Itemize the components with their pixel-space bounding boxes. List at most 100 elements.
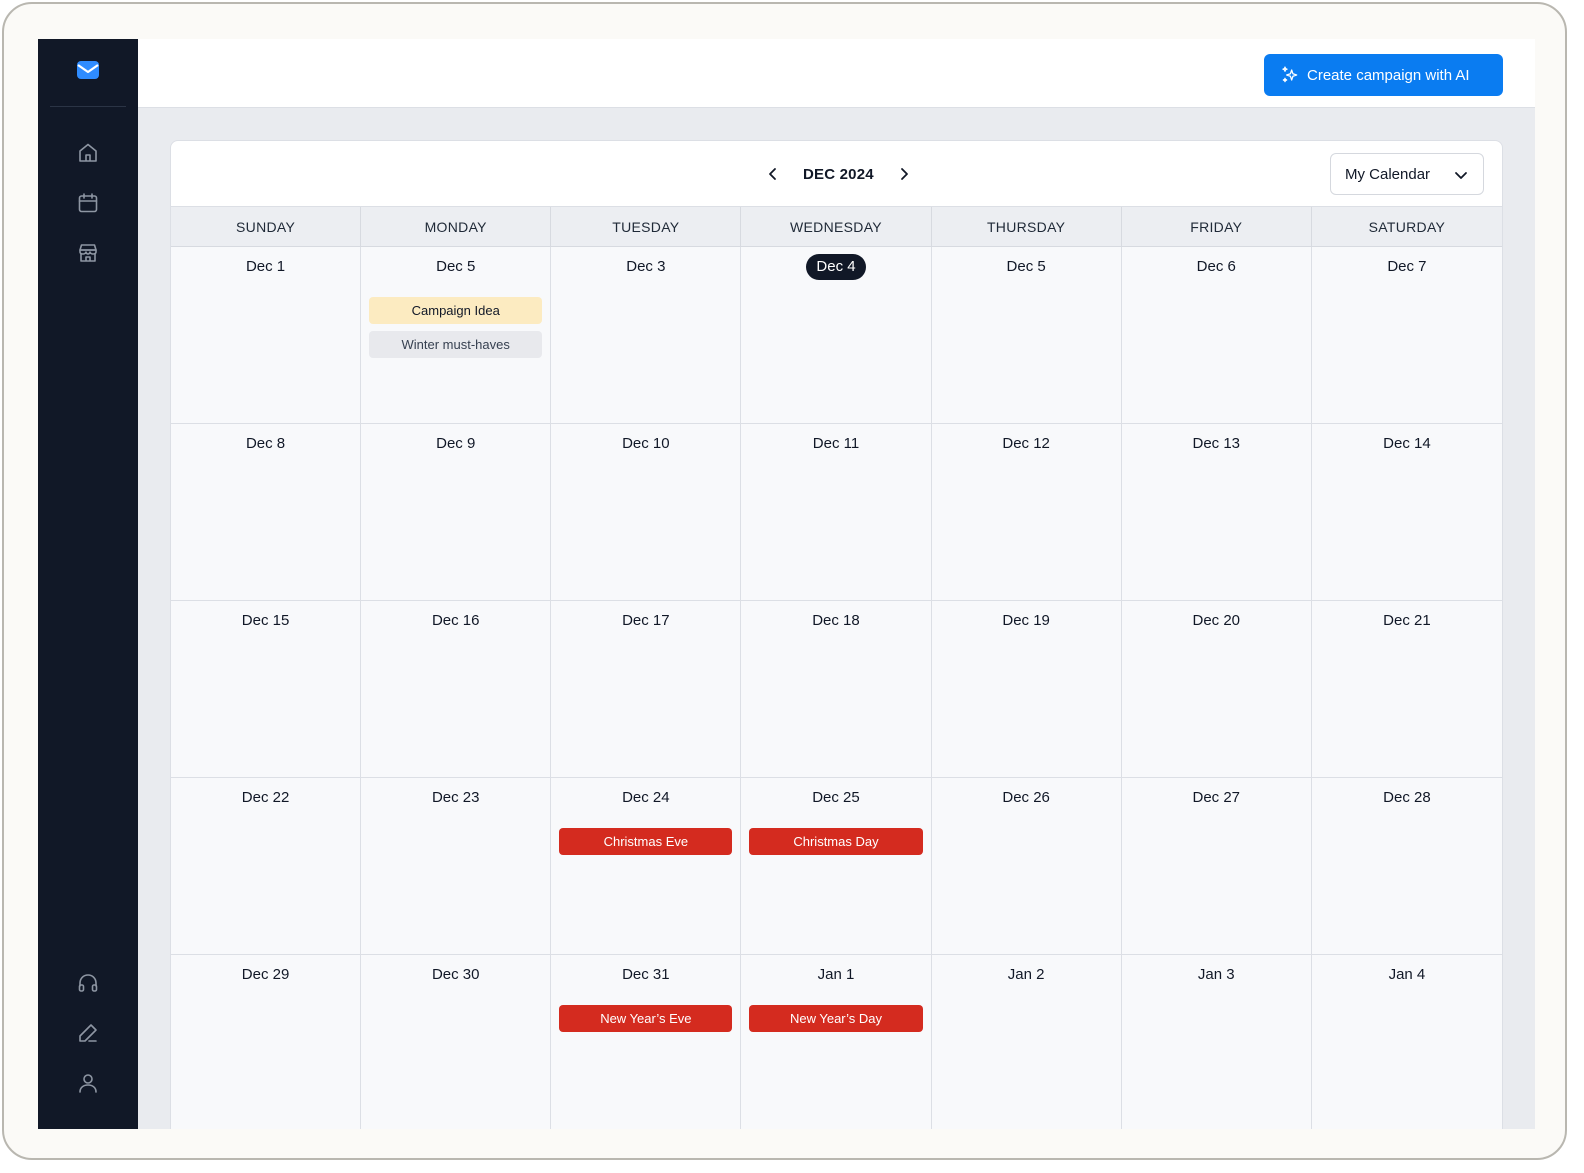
day-label: Jan 1 (817, 966, 855, 983)
calendar-selector[interactable]: My Calendar (1330, 153, 1484, 195)
calendar-grid: Dec 1 Dec 5 Campaign Idea Winter must-haves… (171, 247, 1502, 1129)
day-label: Dec 26 (1002, 789, 1050, 806)
day-cell[interactable]: Jan 2 (932, 955, 1122, 1129)
day-cell[interactable]: Dec 16 (361, 601, 552, 778)
day-cell[interactable]: Dec 11 (741, 424, 932, 601)
day-label: Dec 21 (1383, 612, 1431, 629)
event-chip[interactable]: Winter must-haves (369, 331, 543, 358)
day-label: Dec 17 (622, 612, 670, 629)
day-cell[interactable]: Dec 20 (1121, 601, 1312, 778)
day-cell[interactable]: Dec 6 (1121, 247, 1312, 424)
day-events: New Year’s Eve (551, 1005, 740, 1039)
day-label: Dec 5 (436, 258, 476, 275)
day-cell[interactable]: Dec 25 Christmas Day (741, 778, 932, 955)
app-screen: Create campaign with AI DEC 2024 My Cale… (38, 39, 1535, 1129)
sidebar-divider (50, 106, 126, 107)
weekday-header-thursday: THURSDAY (932, 207, 1122, 246)
event-chip[interactable]: Campaign Idea (369, 297, 543, 324)
day-cell[interactable]: Dec 4 (741, 247, 932, 424)
day-cell[interactable]: Dec 31 New Year’s Eve (551, 955, 742, 1129)
headset-icon[interactable] (76, 971, 100, 995)
chevron-right-icon (900, 168, 908, 180)
day-cell[interactable]: Dec 21 (1311, 601, 1502, 778)
day-cell[interactable]: Dec 13 (1121, 424, 1312, 601)
event-chip[interactable]: New Year’s Eve (559, 1005, 733, 1032)
day-cell[interactable]: Dec 3 (551, 247, 742, 424)
day-label: Dec 18 (812, 612, 860, 629)
day-cell[interactable]: Dec 7 (1311, 247, 1502, 424)
day-label: Dec 16 (431, 612, 480, 629)
day-label: Dec 31 (622, 966, 670, 983)
day-cell[interactable]: Dec 30 (361, 955, 552, 1129)
day-label: Dec 29 (241, 966, 290, 983)
calendar-selector-value: My Calendar (1345, 165, 1431, 183)
chevron-left-icon (769, 168, 776, 180)
day-label: Dec 30 (431, 966, 480, 983)
day-cell[interactable]: Dec 29 (171, 955, 362, 1129)
day-label: Dec 15 (241, 612, 290, 629)
event-chip[interactable]: Christmas Day (749, 828, 923, 855)
day-label: Dec 14 (1383, 435, 1431, 452)
day-label: Jan 4 (1388, 966, 1426, 983)
day-label: Dec 6 (1196, 258, 1236, 275)
day-cell[interactable]: Dec 24 Christmas Eve (551, 778, 742, 955)
calendar-header: DEC 2024 My Calendar (171, 141, 1502, 207)
day-cell[interactable]: Dec 23 (361, 778, 552, 955)
event-chip[interactable]: Christmas Eve (559, 828, 733, 855)
day-cell[interactable]: Dec 10 (551, 424, 742, 601)
weekday-header-friday: FRIDAY (1122, 207, 1312, 246)
day-cell[interactable]: Dec 14 (1311, 424, 1502, 601)
day-cell[interactable]: Dec 28 (1311, 778, 1502, 955)
day-label: Dec 9 (436, 435, 476, 452)
create-campaign-ai-label: Create campaign with AI (1307, 66, 1470, 84)
sparkles-icon (1282, 66, 1298, 83)
day-cell[interactable]: Dec 17 (551, 601, 742, 778)
weekday-header-wednesday: WEDNESDAY (741, 207, 932, 246)
day-label: Dec 19 (1002, 612, 1050, 629)
pen-icon[interactable] (76, 1021, 100, 1045)
day-cell[interactable]: Dec 8 (171, 424, 362, 601)
day-label: Dec 3 (626, 258, 666, 275)
create-campaign-ai-button[interactable]: Create campaign with AI (1264, 54, 1503, 96)
day-events: Christmas Eve (551, 828, 740, 862)
day-cell[interactable]: Jan 3 (1122, 955, 1312, 1129)
calendar-icon[interactable] (76, 191, 100, 215)
event-chip[interactable]: New Year’s Day (749, 1005, 923, 1032)
day-cell[interactable]: Dec 5 (931, 247, 1122, 424)
day-cell[interactable]: Dec 15 (171, 601, 362, 778)
day-label: Dec 28 (1383, 789, 1431, 806)
device-frame: Create campaign with AI DEC 2024 My Cale… (2, 2, 1567, 1160)
day-cell[interactable]: Dec 5 Campaign Idea Winter must-haves (361, 247, 552, 424)
home-icon[interactable] (76, 141, 100, 165)
month-navigation: DEC 2024 (761, 161, 916, 187)
day-cell[interactable]: Jan 1 New Year’s Day (741, 955, 932, 1129)
day-label: Dec 5 (1006, 258, 1046, 275)
day-label: Dec 7 (1387, 258, 1427, 275)
user-icon[interactable] (76, 1071, 100, 1095)
day-cell[interactable]: Dec 9 (361, 424, 552, 601)
day-cell[interactable]: Dec 22 (171, 778, 362, 955)
weekday-header-monday: MONDAY (361, 207, 552, 246)
day-cell[interactable]: Jan 4 (1312, 955, 1502, 1129)
day-cell[interactable]: Dec 27 (1121, 778, 1312, 955)
day-cell[interactable]: Dec 19 (931, 601, 1122, 778)
day-label: Dec 23 (431, 789, 480, 806)
top-bar: Create campaign with AI (138, 39, 1535, 108)
day-label: Jan 3 (1197, 966, 1235, 983)
day-label: Dec 27 (1192, 789, 1241, 806)
prev-month-button[interactable] (761, 162, 785, 186)
day-cell[interactable]: Dec 18 (741, 601, 932, 778)
day-label: Dec 10 (622, 435, 670, 452)
day-cell[interactable]: Dec 26 (931, 778, 1122, 955)
day-label: Dec 11 (812, 435, 860, 452)
store-icon[interactable] (76, 241, 100, 265)
weekday-header-sunday: SUNDAY (171, 207, 362, 246)
day-cell[interactable]: Dec 1 (171, 247, 362, 424)
day-events: Christmas Day (741, 828, 930, 862)
day-label: Dec 1 (245, 258, 286, 275)
next-month-button[interactable] (892, 162, 916, 186)
day-cell[interactable]: Dec 12 (931, 424, 1122, 601)
weekday-header-row: SUNDAY MONDAY TUESDAY WEDNESDAY THURSDAY FRID… (171, 207, 1502, 247)
brand-logo-icon[interactable] (76, 59, 100, 81)
weekday-header-tuesday: TUESDAY (551, 207, 742, 246)
